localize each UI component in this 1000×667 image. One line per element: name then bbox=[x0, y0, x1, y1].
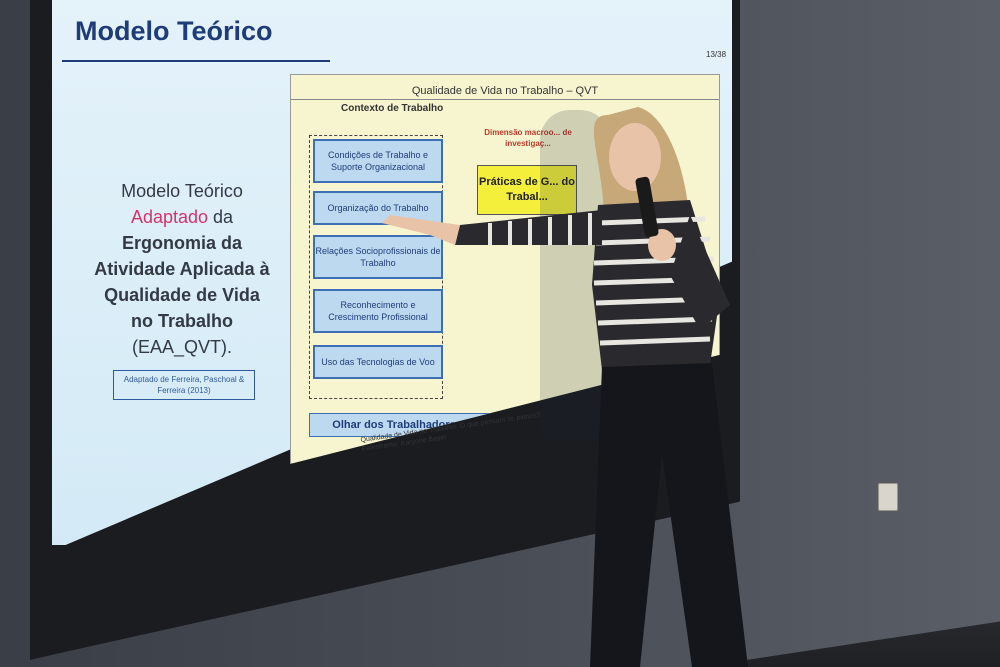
desc-line-2: Adaptado da bbox=[72, 204, 292, 230]
highlight-word: Adaptado bbox=[130, 207, 209, 227]
desc-line-3: Ergonomia da bbox=[121, 233, 242, 253]
desc-line-6: no Trabalho bbox=[130, 311, 233, 331]
desc-line-4: Atividade Aplicada à bbox=[94, 259, 270, 279]
model-description: Modelo Teórico Adaptado da Ergonomia da … bbox=[72, 178, 292, 360]
title-underline bbox=[62, 60, 330, 62]
slide-title: Modelo Teórico bbox=[75, 16, 273, 46]
desc-line-2-rest: da bbox=[213, 207, 234, 227]
source-credit: Adaptado de Ferreira, Paschoal & Ferreir… bbox=[113, 370, 255, 400]
desc-line-7: (EAA_QVT). bbox=[131, 337, 233, 357]
wall-outlet bbox=[878, 483, 898, 511]
presenter-figure bbox=[382, 107, 748, 667]
desc-line-5: Qualidade de Vida bbox=[104, 285, 260, 305]
desc-line-1: Modelo Teórico bbox=[121, 181, 243, 201]
page-number: 13/38 bbox=[706, 50, 727, 59]
